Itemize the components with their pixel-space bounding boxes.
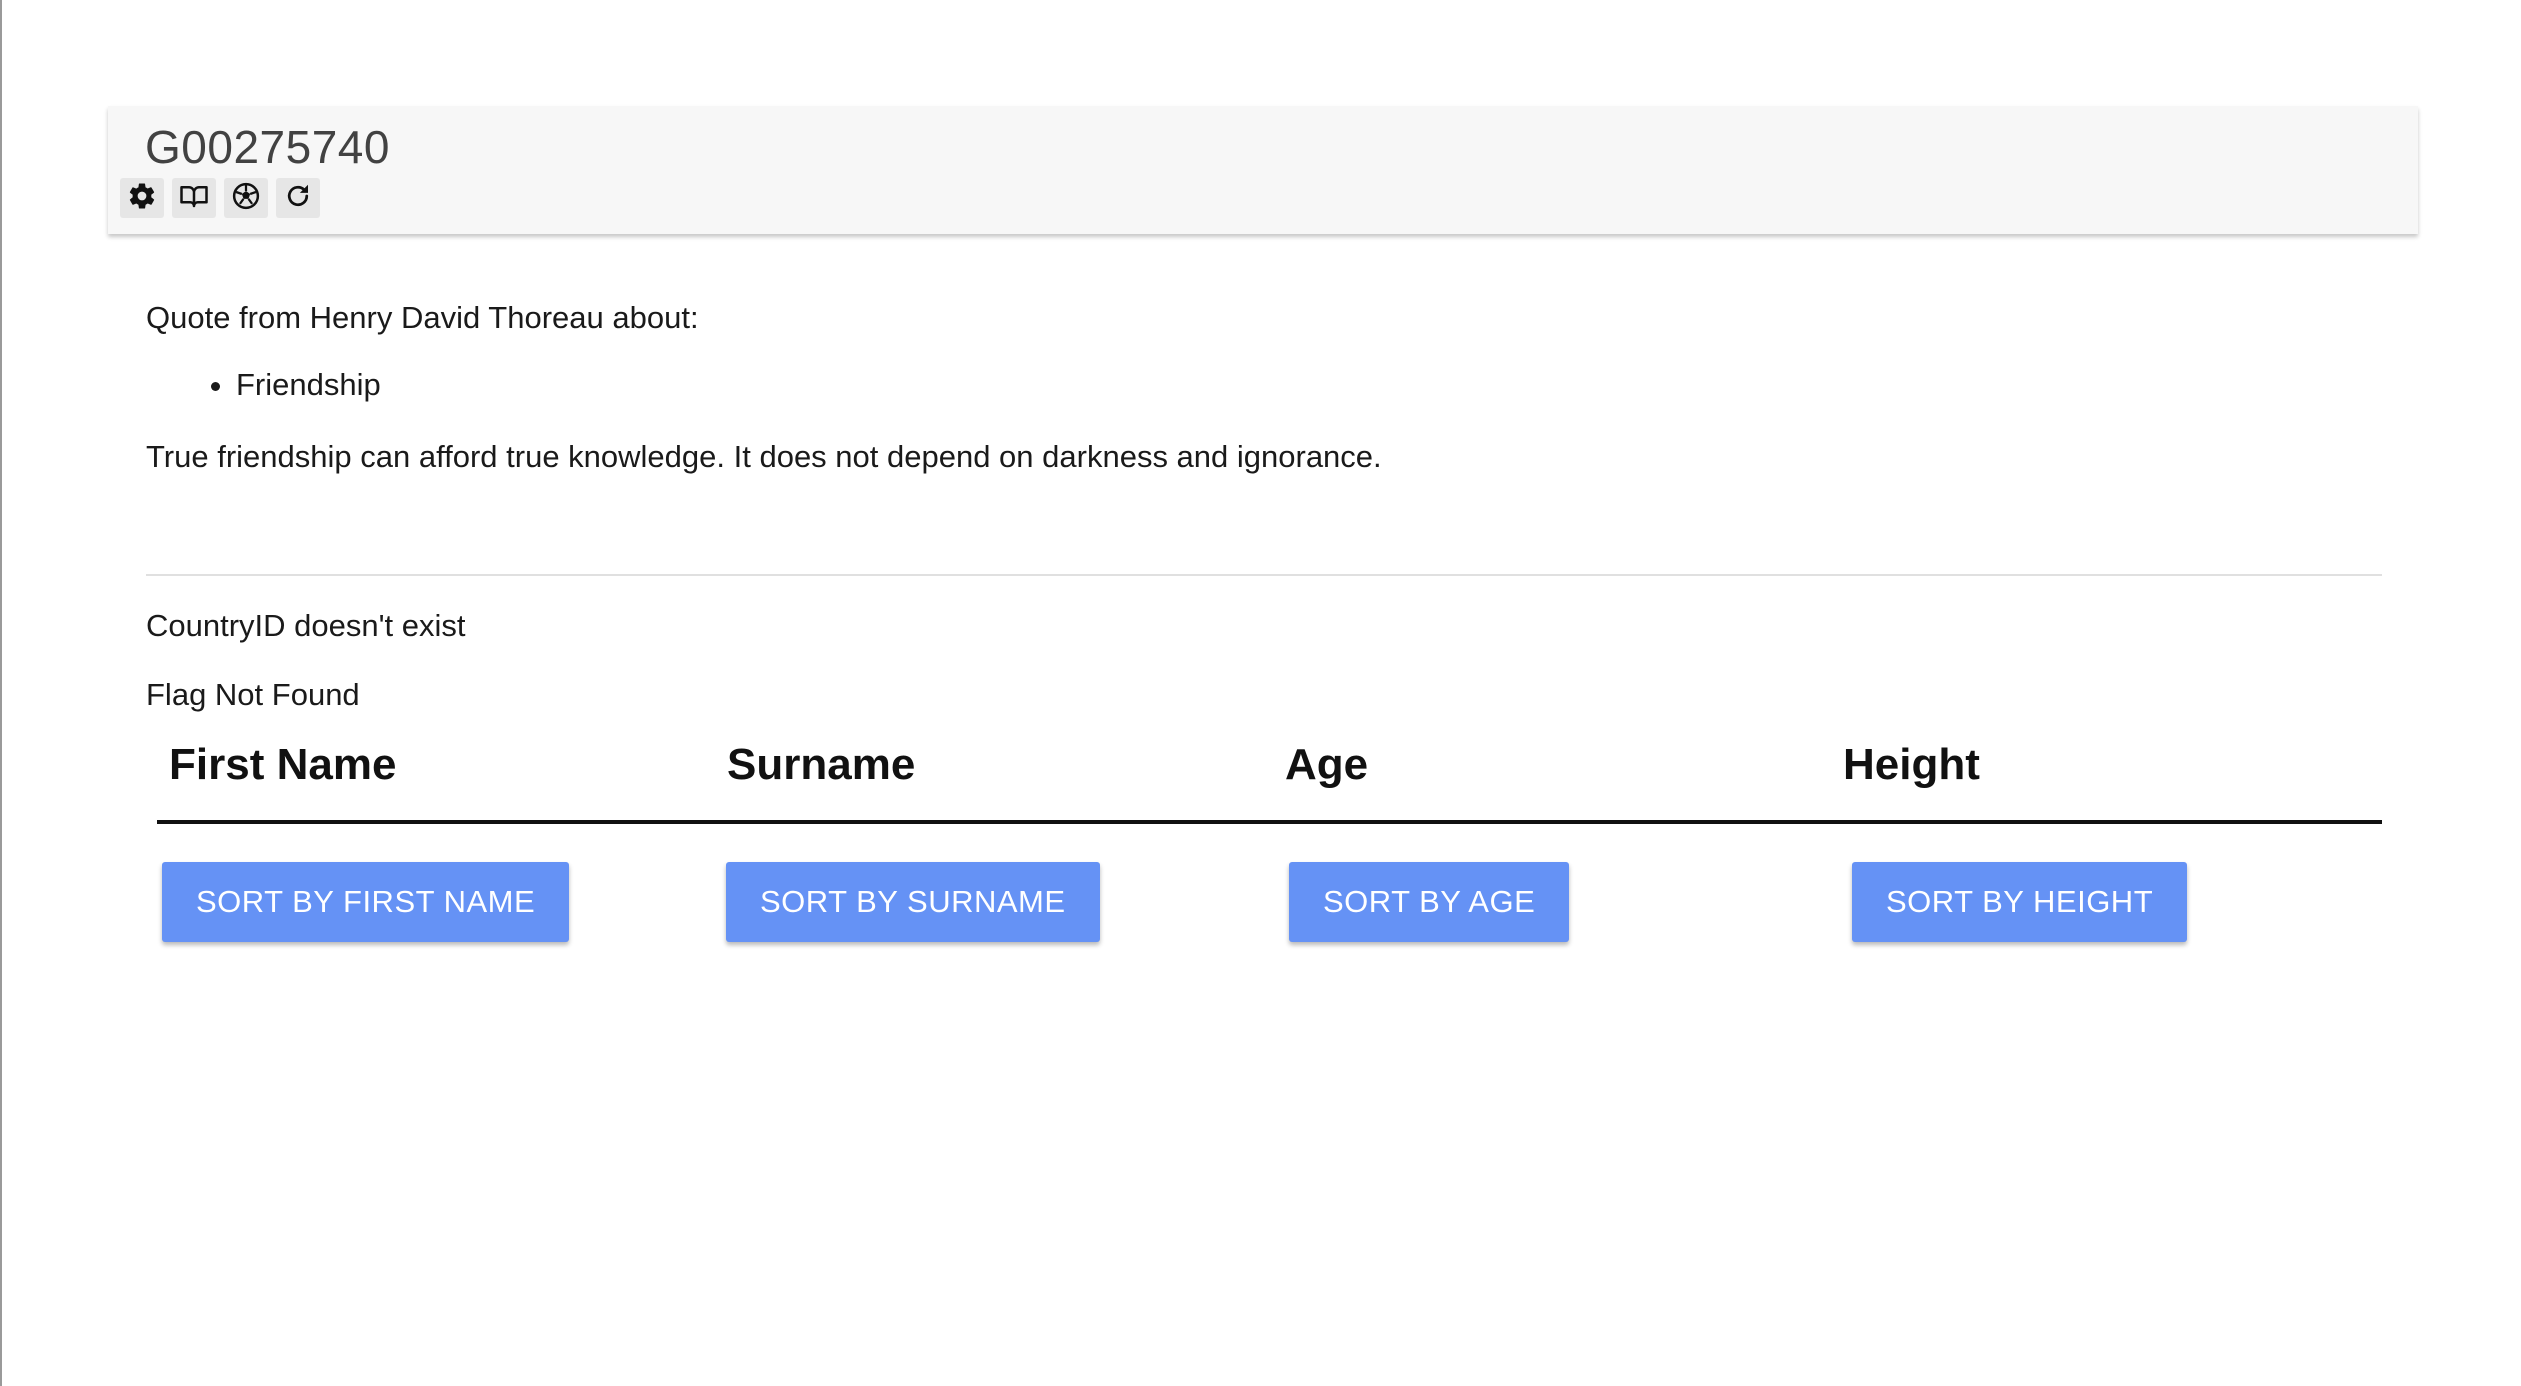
settings-button[interactable]	[120, 178, 164, 218]
column-header-height: Height	[1843, 740, 1980, 789]
column-header-surname: Surname	[727, 740, 916, 789]
app-header: G00275740	[108, 106, 2418, 234]
quote-intro: Quote from Henry David Thoreau about:	[146, 300, 699, 335]
topic-list: Friendship	[146, 366, 2386, 403]
gear-icon	[127, 181, 157, 216]
topic-item: Friendship	[236, 366, 2386, 403]
page-title: G00275740	[145, 121, 390, 173]
quote-section: Quote from Henry David Thoreau about: Fr…	[146, 290, 2386, 475]
book-icon	[179, 181, 209, 216]
sort-by-first-name-button[interactable]: SORT BY FIRST NAME	[162, 862, 570, 942]
book-button[interactable]	[172, 178, 216, 218]
ball-button[interactable]	[224, 178, 268, 218]
column-header-age: Age	[1285, 740, 1369, 789]
refresh-icon	[283, 181, 313, 216]
country-status: CountryID doesn't exist	[146, 608, 466, 643]
sort-by-surname-button[interactable]: SORT BY SURNAME	[726, 862, 1100, 942]
table-header: First Name Surname Age Height	[157, 726, 2382, 824]
soccer-ball-icon	[231, 181, 261, 216]
quote-text: True friendship can afford true knowledg…	[146, 439, 1382, 475]
sort-by-age-button[interactable]: SORT BY AGE	[1289, 862, 1570, 942]
sort-by-height-button[interactable]: SORT BY HEIGHT	[1852, 862, 2188, 942]
refresh-button[interactable]	[276, 178, 320, 218]
page: G00275740 Quote from Henry David Thoreau…	[0, 0, 2521, 1386]
section-divider	[146, 574, 2382, 576]
column-header-first-name: First Name	[169, 740, 397, 789]
flag-status: Flag Not Found	[146, 677, 360, 712]
toolbar	[120, 178, 320, 218]
